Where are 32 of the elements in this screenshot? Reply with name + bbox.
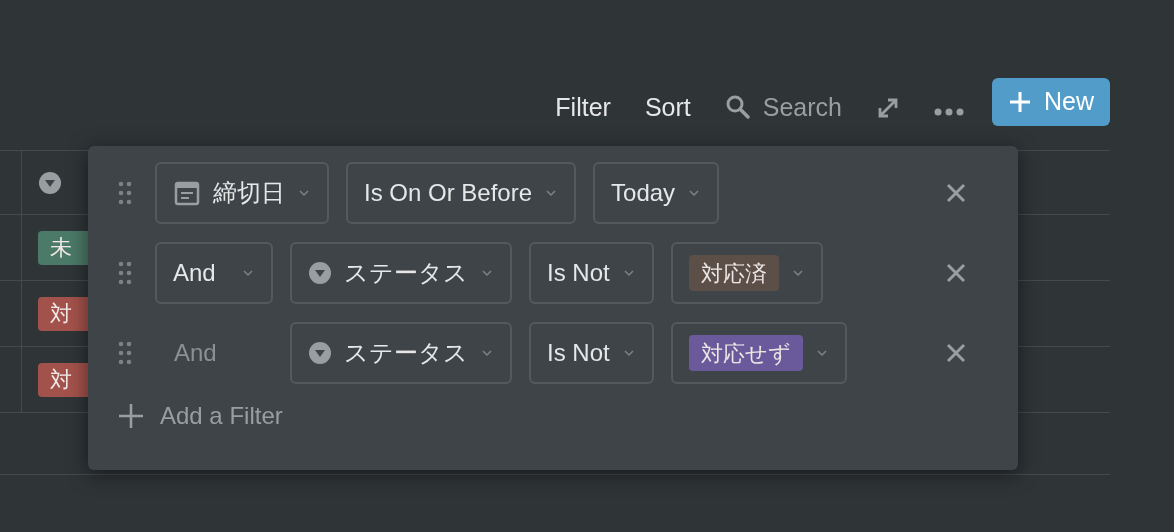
caret-circle-icon <box>308 341 332 365</box>
value-select[interactable]: Today <box>593 162 720 224</box>
status-tag: 対応済 <box>688 255 779 291</box>
close-icon[interactable] <box>946 263 966 283</box>
plus-icon <box>1008 90 1032 114</box>
drag-handle-icon[interactable] <box>118 261 132 285</box>
drag-handle-icon[interactable] <box>118 181 132 205</box>
search-icon <box>724 94 751 121</box>
calendar-icon <box>173 179 201 207</box>
more-icon[interactable] <box>934 108 964 116</box>
drag-handle-icon[interactable] <box>118 341 132 365</box>
property-select[interactable]: 締切日 <box>155 162 329 224</box>
property-select[interactable]: ステータス <box>290 322 512 384</box>
value-select[interactable]: 対応済 <box>670 242 823 304</box>
caret-circle-icon <box>38 170 62 195</box>
caret-circle-icon <box>308 261 332 285</box>
conjunction-label: And <box>174 339 217 366</box>
close-icon[interactable] <box>946 183 966 203</box>
value-select[interactable]: 対応せず <box>670 322 847 384</box>
close-icon[interactable] <box>946 343 966 363</box>
property-select[interactable]: ステータス <box>290 242 512 304</box>
add-filter-button[interactable]: Add a Filter <box>118 398 978 434</box>
conjunction-select[interactable]: And <box>155 242 273 304</box>
filter-button[interactable]: Filter <box>555 88 611 126</box>
operator-select[interactable]: Is Not <box>529 322 654 384</box>
operator-select[interactable]: Is On Or Before <box>346 162 577 224</box>
plus-icon <box>118 403 144 429</box>
status-tag: 対応せず <box>688 335 803 371</box>
search-field[interactable]: Search <box>724 88 842 126</box>
operator-select[interactable]: Is Not <box>529 242 654 304</box>
expand-icon[interactable] <box>876 96 900 120</box>
sort-button[interactable]: Sort <box>644 88 691 126</box>
